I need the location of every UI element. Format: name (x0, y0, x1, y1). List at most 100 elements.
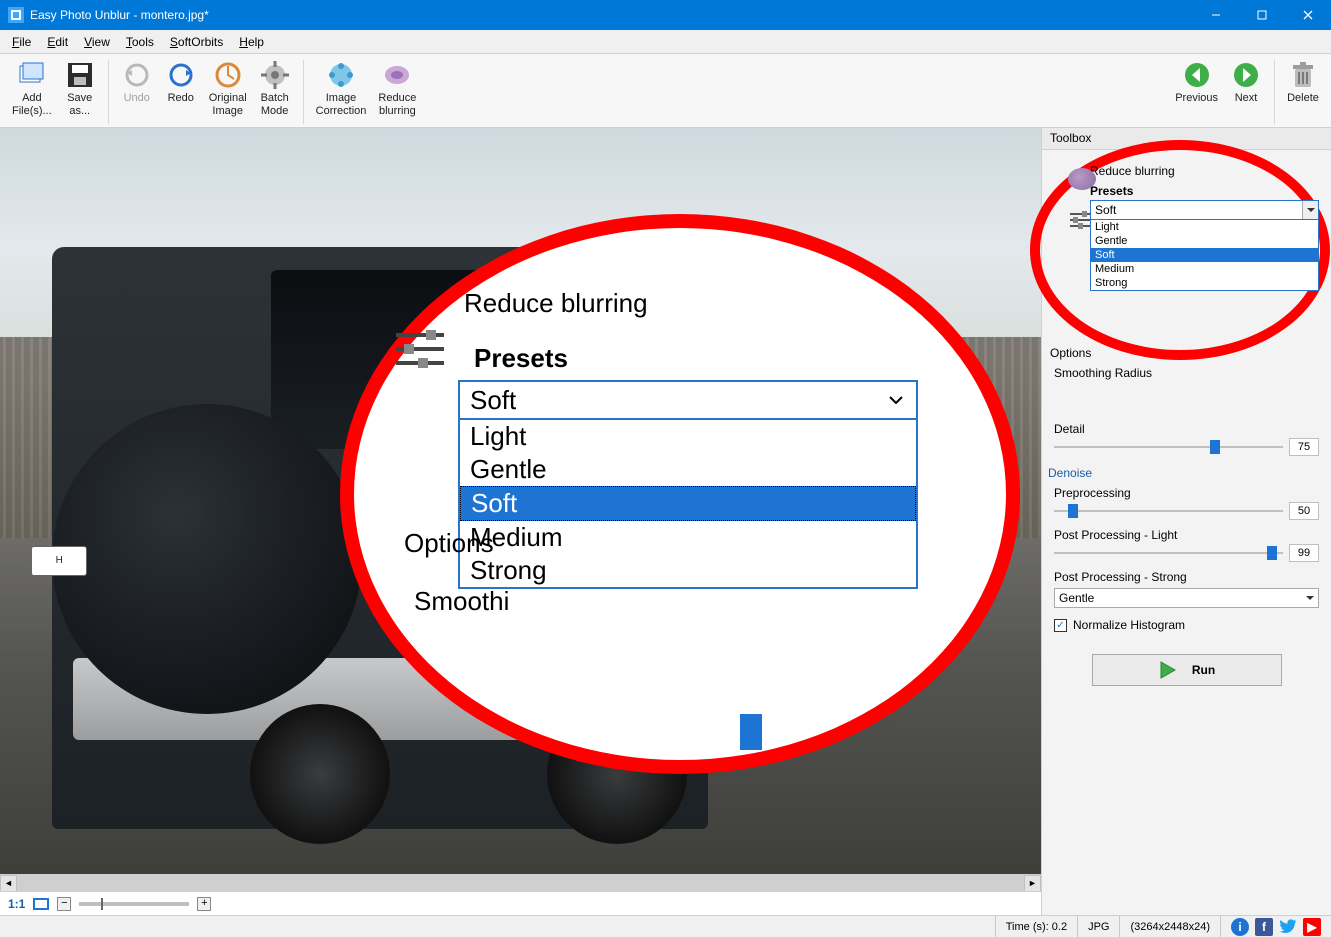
preprocessing-slider-thumb[interactable] (1068, 504, 1078, 518)
zoom-slider-track[interactable] (79, 902, 189, 906)
zoom-presets-label: Presets (474, 343, 918, 374)
options-label: Options (1050, 346, 1319, 360)
horizontal-scrollbar[interactable]: ◄ ► (0, 874, 1041, 891)
next-button[interactable]: Next (1224, 58, 1268, 107)
fit-screen-icon[interactable] (33, 898, 49, 910)
redo-button[interactable]: Redo (159, 58, 203, 107)
preset-option[interactable]: Light (1091, 220, 1318, 234)
delete-icon (1288, 60, 1318, 90)
detail-slider-thumb[interactable] (1210, 440, 1220, 454)
zoom-preset-option[interactable]: Medium (460, 521, 916, 554)
zoom-options-label: Options (404, 528, 494, 559)
zoom-preset-option-selected[interactable]: Soft (460, 486, 916, 521)
original-image-button[interactable]: Original Image (203, 58, 253, 119)
undo-button[interactable]: Undo (115, 58, 159, 107)
canvas-wrap: H Reduce blurring Presets Soft (0, 128, 1041, 915)
previous-icon (1182, 60, 1212, 90)
zoom-preset-option[interactable]: Strong (460, 554, 916, 587)
window-maximize-button[interactable] (1239, 0, 1285, 30)
menu-view[interactable]: View (76, 33, 118, 51)
app-icon (8, 7, 24, 23)
facebook-icon[interactable]: f (1255, 918, 1273, 936)
window-minimize-button[interactable] (1193, 0, 1239, 30)
sliders-icon (392, 327, 448, 371)
detail-value[interactable]: 75 (1289, 438, 1319, 456)
menu-file[interactable]: File (4, 33, 39, 51)
zoom-slider-thumb[interactable] (740, 714, 762, 750)
preset-option-selected[interactable]: Soft (1091, 248, 1318, 262)
denoise-header: Denoise (1048, 466, 1319, 480)
scroll-thumb[interactable] (18, 876, 1023, 891)
window-close-button[interactable] (1285, 0, 1331, 30)
zoom-preset-option[interactable]: Gentle (460, 453, 916, 486)
youtube-icon[interactable]: ▶ (1303, 918, 1321, 936)
next-icon (1231, 60, 1261, 90)
smoothing-radius-label: Smoothing Radius (1054, 366, 1319, 380)
image-canvas[interactable]: H Reduce blurring Presets Soft (0, 128, 1041, 874)
zoom-ratio-label: 1:1 (8, 897, 25, 911)
preset-selected-value: Soft (1095, 203, 1116, 217)
pp-strong-label: Post Processing - Strong (1054, 570, 1319, 584)
undo-icon (122, 60, 152, 90)
zoom-preset-option[interactable]: Light (460, 420, 916, 453)
toolbar-separator (108, 60, 109, 124)
zoom-bar: 1:1 − + (0, 891, 1041, 915)
pp-light-slider[interactable] (1054, 544, 1283, 562)
pp-light-value[interactable]: 99 (1289, 544, 1319, 562)
menu-help[interactable]: Help (231, 33, 272, 51)
image-correction-icon (326, 60, 356, 90)
preset-option[interactable]: Medium (1091, 262, 1318, 276)
pp-light-slider-thumb[interactable] (1267, 546, 1277, 560)
detail-slider[interactable] (1054, 438, 1283, 456)
run-button[interactable]: Run (1092, 654, 1282, 686)
pp-strong-value: Gentle (1059, 591, 1094, 605)
preprocessing-slider[interactable] (1054, 502, 1283, 520)
twitter-icon[interactable] (1279, 918, 1297, 936)
zoom-section-title: Reduce blurring (464, 288, 916, 319)
zoom-out-button[interactable]: − (57, 897, 71, 911)
detail-label: Detail (1054, 422, 1319, 436)
batch-mode-icon (260, 60, 290, 90)
annotation-zoom-ellipse: Reduce blurring Presets Soft Light Ge (340, 214, 1020, 774)
normalize-histogram-label: Normalize Histogram (1073, 618, 1185, 632)
preset-option[interactable]: Gentle (1091, 234, 1318, 248)
zoom-slider[interactable] (504, 714, 964, 750)
run-label: Run (1192, 663, 1215, 677)
run-icon (1158, 660, 1178, 680)
zoom-preset-selected: Soft (470, 385, 516, 416)
zoom-preset-combo[interactable]: Soft (458, 380, 918, 420)
menu-softorbits[interactable]: SoftOrbits (162, 33, 231, 51)
preset-combo[interactable]: Soft (1090, 200, 1319, 220)
image-correction-button[interactable]: Image Correction (310, 58, 373, 119)
preset-option[interactable]: Strong (1091, 276, 1318, 290)
sliders-icon (1068, 210, 1092, 230)
zoom-preset-list[interactable]: Light Gentle Soft Medium Strong (458, 420, 918, 589)
batch-mode-button[interactable]: Batch Mode (253, 58, 297, 119)
titlebar: Easy Photo Unblur - montero.jpg* (0, 0, 1331, 30)
previous-button[interactable]: Previous (1169, 58, 1224, 107)
redo-icon (166, 60, 196, 90)
zoom-in-button[interactable]: + (197, 897, 211, 911)
presets-label: Presets (1090, 184, 1319, 198)
normalize-histogram-checkbox[interactable]: ✓ (1054, 619, 1067, 632)
normalize-histogram-row[interactable]: ✓ Normalize Histogram (1054, 618, 1319, 632)
pp-strong-select[interactable]: Gentle (1054, 588, 1319, 608)
preprocessing-value[interactable]: 50 (1289, 502, 1319, 520)
delete-button[interactable]: Delete (1281, 58, 1325, 107)
toolbar-separator (1274, 60, 1275, 124)
pp-light-label: Post Processing - Light (1054, 528, 1319, 542)
status-format: JPG (1077, 916, 1119, 937)
scroll-left-button[interactable]: ◄ (0, 875, 17, 892)
info-icon[interactable]: i (1231, 918, 1249, 936)
zoom-smoothing-label: Smoothi (414, 586, 509, 617)
save-as-button[interactable]: Save as... (58, 58, 102, 119)
menu-edit[interactable]: Edit (39, 33, 76, 51)
scroll-track[interactable] (17, 875, 1024, 892)
chevron-down-icon (1302, 589, 1318, 607)
reduce-blurring-button[interactable]: Reduce blurring (372, 58, 422, 119)
menu-tools[interactable]: Tools (118, 33, 162, 51)
preset-dropdown-list[interactable]: Light Gentle Soft Medium Strong (1090, 220, 1319, 291)
original-image-icon (213, 60, 243, 90)
scroll-right-button[interactable]: ► (1024, 875, 1041, 892)
add-files-button[interactable]: Add File(s)... (6, 58, 58, 119)
